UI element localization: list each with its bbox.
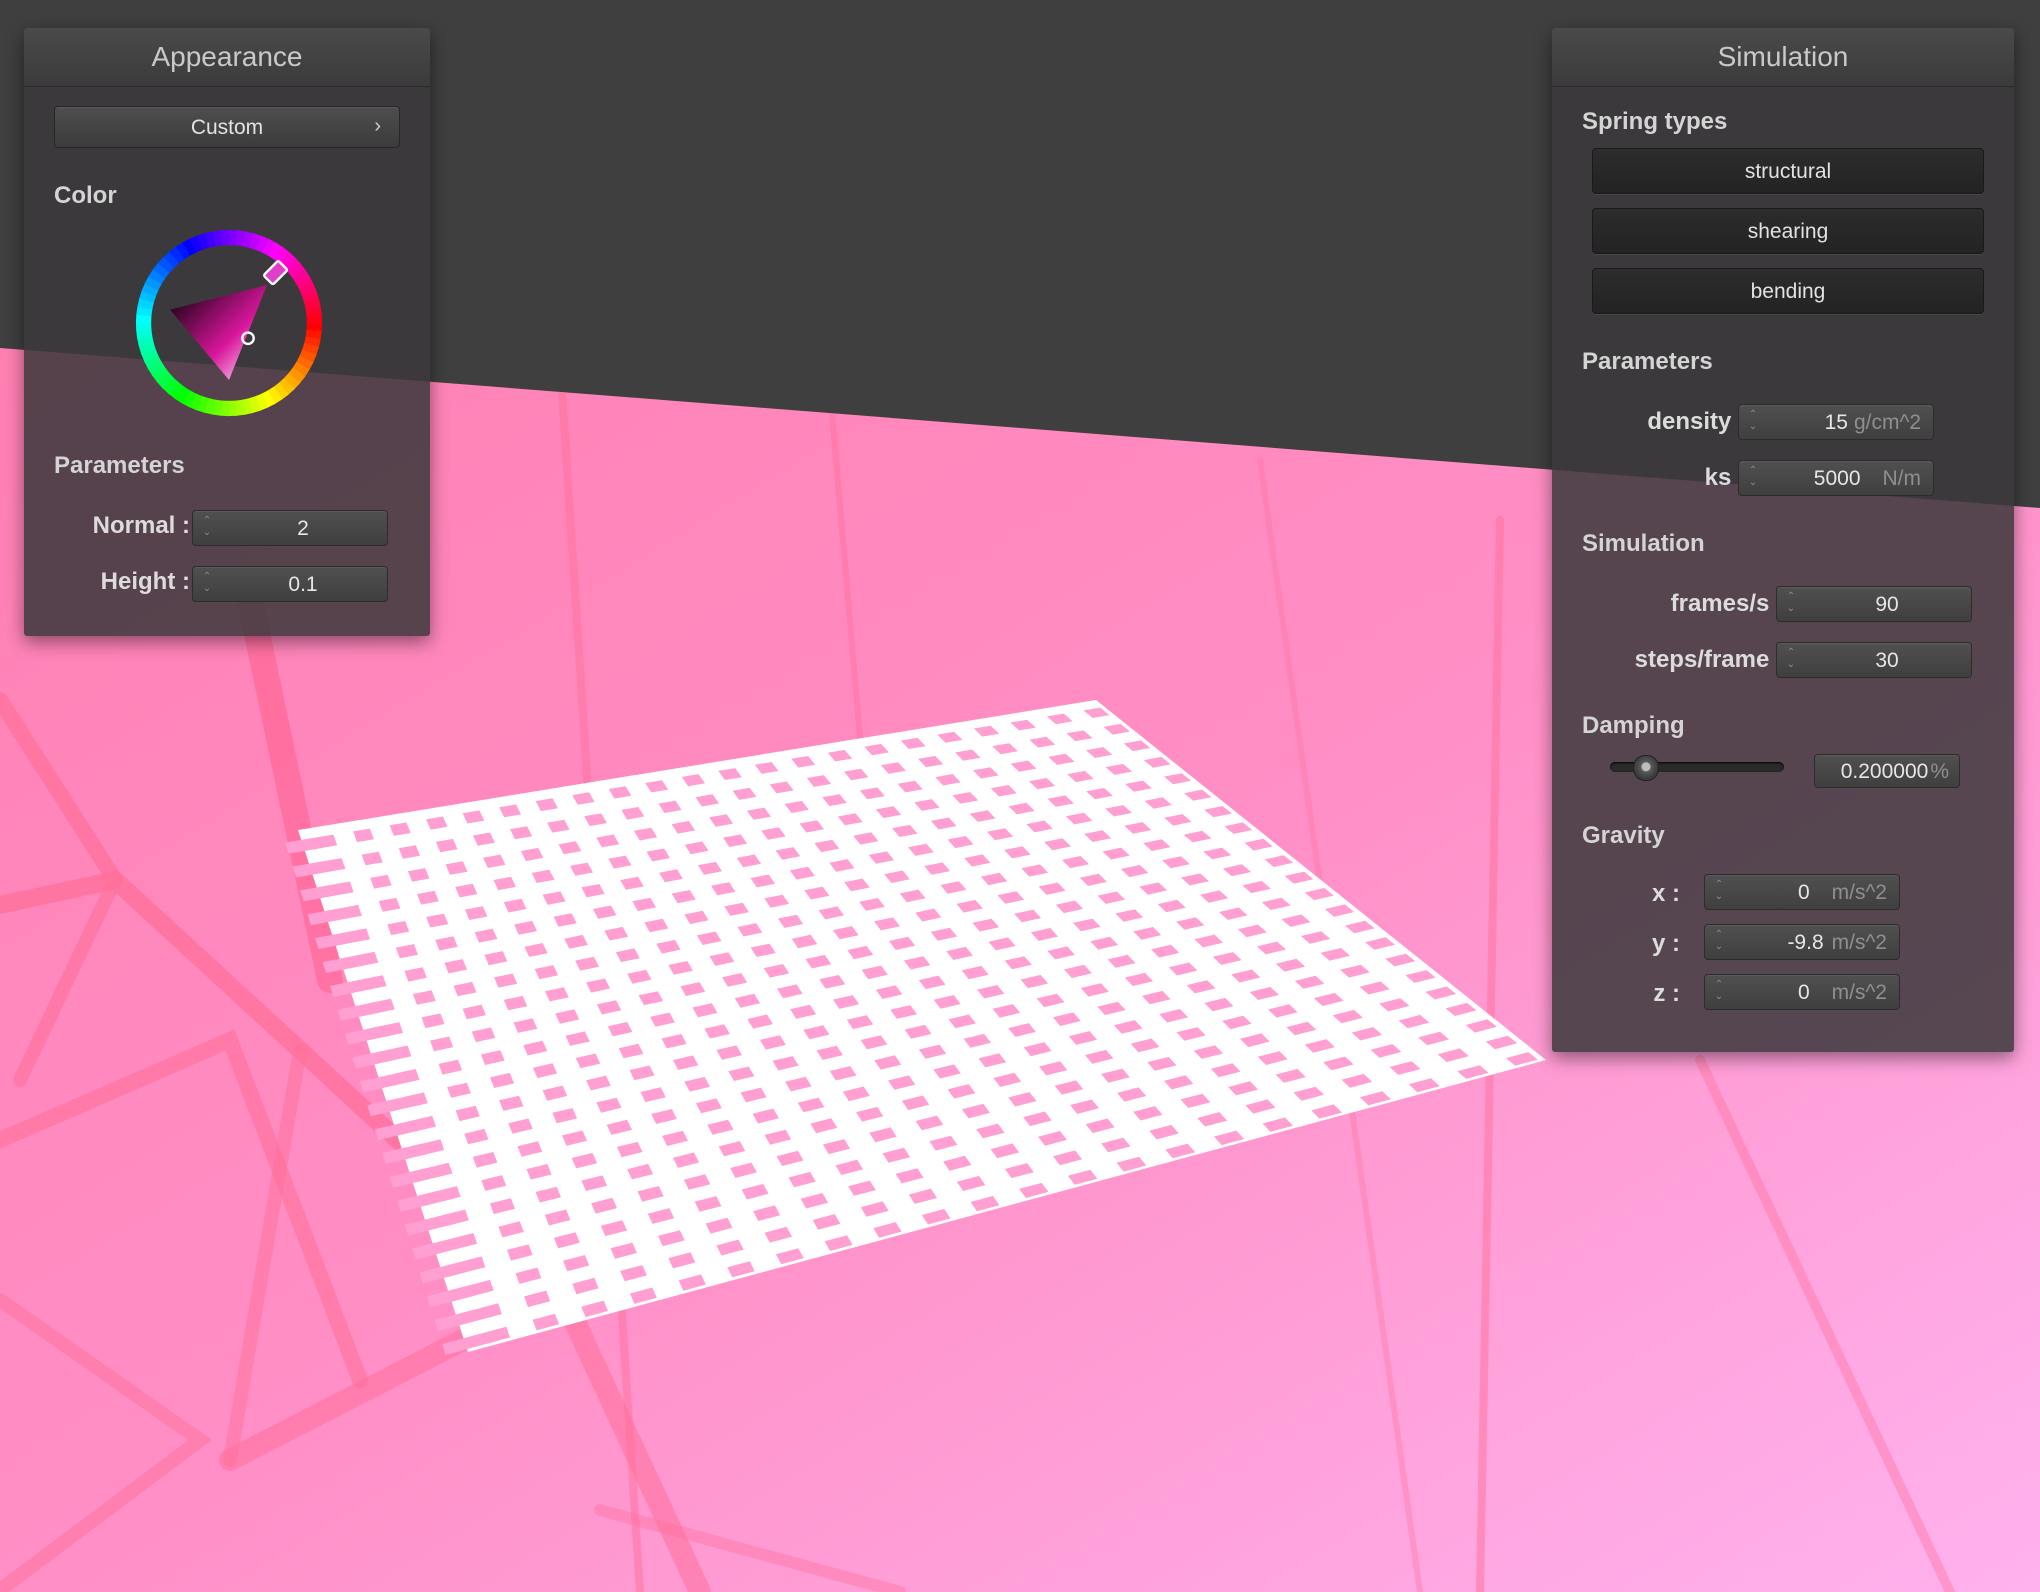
steps-label: steps/frame :	[1634, 646, 1784, 673]
normal-label: Normal :	[92, 512, 190, 539]
color-wheel[interactable]	[134, 228, 324, 418]
density-label: density :	[1647, 408, 1746, 435]
steps-input[interactable]: ⌃ ⌄ 30	[1776, 642, 1972, 678]
spin-arrows-icon[interactable]: ⌃ ⌄	[1785, 647, 1797, 675]
chevron-right-icon: ›	[374, 115, 381, 137]
damping-slider[interactable]	[1610, 755, 1784, 781]
spin-arrows-icon[interactable]: ⌃ ⌄	[1747, 465, 1759, 493]
simulation-section-label: Simulation	[1582, 530, 1705, 557]
spin-arrows-icon[interactable]: ⌃ ⌄	[1747, 409, 1759, 437]
simulation-panel: Simulation Spring types structural shear…	[1552, 28, 2014, 1052]
density-input[interactable]: ⌃ ⌄ 15 g/cm^2	[1738, 404, 1934, 440]
spin-arrows-icon[interactable]: ⌃ ⌄	[201, 571, 213, 599]
appearance-parameters-label: Parameters	[54, 452, 185, 479]
spin-arrows-icon[interactable]: ⌃ ⌄	[1713, 879, 1725, 907]
damping-value-field[interactable]: 0.200000%	[1814, 754, 1960, 788]
color-triangle[interactable]	[170, 285, 267, 380]
normal-input[interactable]: ⌃ ⌄ 2	[192, 510, 388, 546]
damping-label: Damping	[1582, 712, 1685, 739]
ks-input[interactable]: ⌃ ⌄ 5000 N/m	[1738, 460, 1934, 496]
spring-bending-button[interactable]: bending	[1592, 268, 1984, 314]
gravity-label: Gravity	[1582, 822, 1665, 849]
height-label: Height :	[100, 568, 190, 595]
gravity-y-label: y :	[1651, 930, 1680, 957]
fps-label: frames/s :	[1670, 590, 1784, 617]
spin-arrows-icon[interactable]: ⌃ ⌄	[1785, 591, 1797, 619]
gravity-x-input[interactable]: ⌃ ⌄ 0 m/s^2	[1704, 874, 1900, 910]
spring-shearing-button[interactable]: shearing	[1592, 208, 1984, 254]
simulation-panel-title[interactable]: Simulation	[1552, 28, 2014, 87]
gravity-x-label: x :	[1651, 880, 1680, 907]
gravity-y-input[interactable]: ⌃ ⌄ -9.8 m/s^2	[1704, 924, 1900, 960]
color-label: Color	[54, 182, 117, 209]
preset-label: Custom	[190, 116, 264, 139]
appearance-panel: Appearance Custom › Color Parameters Nor…	[24, 28, 430, 636]
ks-label: ks :	[1704, 464, 1746, 491]
appearance-panel-title[interactable]: Appearance	[24, 28, 430, 87]
sim-parameters-label: Parameters	[1582, 348, 1713, 375]
height-input[interactable]: ⌃ ⌄ 0.1	[192, 566, 388, 602]
hue-ring-segment[interactable]	[306, 314, 323, 325]
gravity-z-input[interactable]: ⌃ ⌄ 0 m/s^2	[1704, 974, 1900, 1010]
preset-dropdown-button[interactable]: Custom ›	[54, 106, 400, 148]
spin-arrows-icon[interactable]: ⌃ ⌄	[201, 515, 213, 543]
fps-input[interactable]: ⌃ ⌄ 90	[1776, 586, 1972, 622]
spin-arrows-icon[interactable]: ⌃ ⌄	[1713, 929, 1725, 957]
spring-types-label: Spring types	[1582, 108, 1728, 135]
spring-structural-button[interactable]: structural	[1592, 148, 1984, 194]
spin-arrows-icon[interactable]: ⌃ ⌄	[1713, 979, 1725, 1007]
damping-slider-handle[interactable]	[1632, 755, 1659, 781]
gravity-z-label: z :	[1653, 980, 1680, 1007]
